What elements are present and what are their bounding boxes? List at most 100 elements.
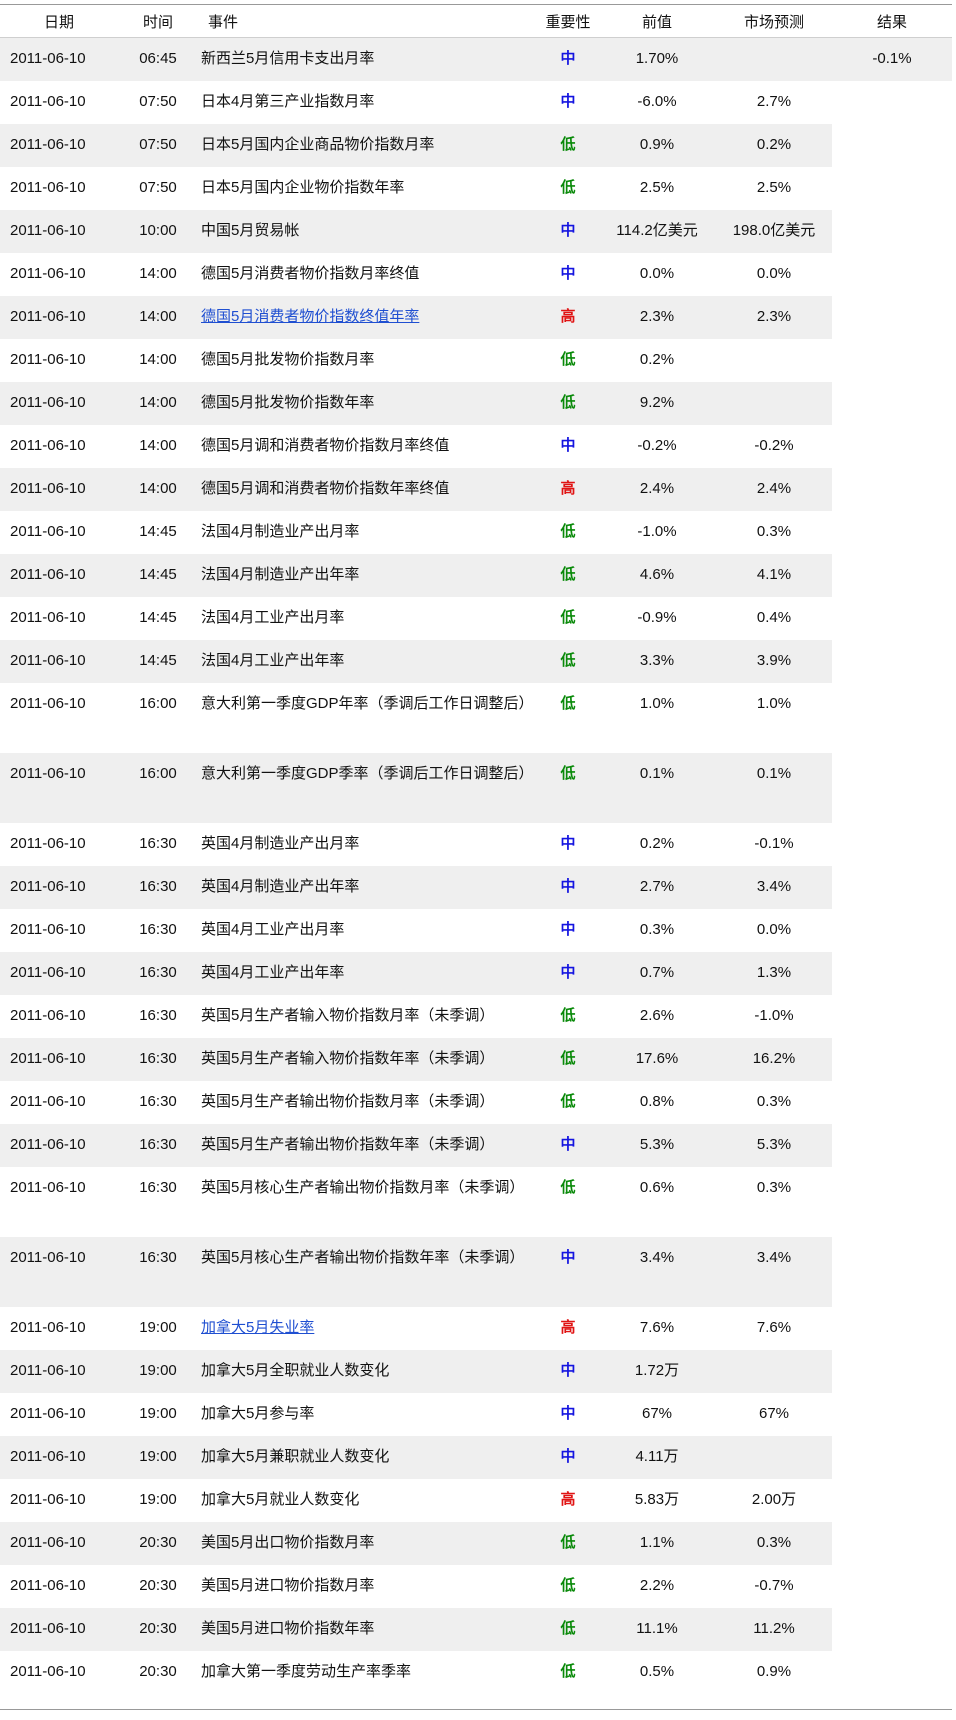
cell-forecast: 0.2% (716, 123, 832, 167)
cell-result (832, 1392, 952, 1436)
cell-result (832, 553, 952, 597)
cell-forecast: 0.0% (756, 920, 792, 938)
table-row: 2011-06-10 19:00 加拿大5月参与率 中 67% 67% (0, 1392, 952, 1436)
cell-previous: 4.11万 (598, 1435, 716, 1479)
table-row: 2011-06-10 19:00 加拿大5月就业人数变化 高 5.83万 2.00万 (0, 1478, 952, 1522)
cell-date: 2011-06-10 (0, 209, 118, 253)
cell-time: 10:00 (118, 209, 198, 253)
cell-event: 意大利第一季度GDP年率（季调后工作日调整后） (201, 694, 534, 712)
cell-previous: 0.3% (639, 920, 675, 938)
cell-forecast: 67% (758, 1404, 790, 1422)
cell-previous: 7.6% (639, 1318, 675, 1336)
cell-result (832, 424, 952, 468)
cell-forecast (716, 381, 832, 425)
cell-event: 法国4月制造业产出年率 (198, 553, 538, 597)
table-row: 2011-06-10 16:00 意大利第一季度GDP年率（季调后工作日调整后） 低 1… (0, 682, 952, 753)
table-row: 2011-06-10 14:45 法国4月工业产出年率低 3.3% 3.9% (0, 639, 952, 683)
cell-time: 20:30 (118, 1607, 198, 1651)
cell-previous: 0.9% (598, 123, 716, 167)
importance-badge: 高 (538, 467, 598, 511)
cell-date: 2011-06-10 (10, 436, 86, 454)
importance-badge: 中 (560, 436, 576, 454)
cell-event: 英国4月工业产出月率 (201, 920, 345, 938)
cell-event: 英国4月工业产出年率 (198, 951, 538, 995)
importance-badge: 中 (560, 834, 576, 852)
cell-date: 2011-06-10 (10, 920, 86, 938)
importance-badge: 低 (538, 123, 598, 167)
cell-event: 英国5月生产者输入物价指数月率（未季调） (201, 1006, 495, 1024)
table-row: 2011-06-10 16:30 英国4月制造业产出月率 中 0.2% -0.1% (0, 822, 952, 866)
cell-forecast: 3.9% (716, 639, 832, 683)
cell-date: 2011-06-10 (0, 381, 118, 425)
cell-forecast: -0.2% (754, 436, 794, 454)
cell-event: 日本4月第三产业指数月率 (201, 92, 375, 110)
cell-time: 19:00 (118, 1435, 198, 1479)
table-row: 2011-06-10 14:00 德国5月批发物价指数年率低 9.2% (0, 381, 952, 425)
cell-time: 20:30 (139, 1576, 177, 1594)
cell-date: 2011-06-10 (10, 1092, 86, 1110)
cell-forecast: 0.4% (756, 608, 792, 626)
cell-previous: 0.8% (639, 1092, 675, 1110)
cell-result (832, 1650, 952, 1694)
importance-badge: 低 (560, 1092, 576, 1110)
cell-previous: 11.1% (598, 1607, 716, 1651)
cell-result (832, 80, 952, 124)
cell-forecast (716, 339, 832, 382)
cell-time: 14:00 (139, 264, 177, 282)
cell-date: 2011-06-10 (0, 639, 118, 683)
cell-event: 德国5月消费者物价指数月率终值 (201, 264, 420, 282)
cell-time: 20:30 (118, 1521, 198, 1565)
cell-previous: 17.6% (598, 1037, 716, 1081)
cell-forecast: 0.0% (756, 264, 792, 282)
cell-date: 2011-06-10 (10, 1490, 86, 1508)
importance-badge: 低 (560, 1576, 576, 1594)
cell-forecast: 3.4% (716, 865, 832, 909)
cell-result (832, 123, 952, 167)
importance-badge: 低 (538, 553, 598, 597)
cell-time: 16:00 (139, 694, 177, 712)
cell-time: 16:30 (139, 834, 177, 852)
cell-event: 英国5月生产者输出物价指数月率（未季调） (201, 1092, 495, 1110)
cell-forecast (716, 37, 832, 81)
importance-badge: 中 (560, 1404, 576, 1422)
cell-result (832, 1306, 952, 1350)
cell-event: 美国5月进口物价指数月率 (201, 1576, 375, 1594)
cell-result (832, 252, 952, 296)
cell-result (832, 295, 952, 339)
cell-result (832, 1478, 952, 1522)
table-row: 2011-06-10 16:30 英国5月生产者输入物价指数年率（未季调）低 17.6… (0, 1037, 952, 1081)
importance-badge: 低 (560, 1662, 576, 1680)
table-row: 2011-06-10 16:30 英国5月核心生产者输出物价指数月率（未季调） 低 0.… (0, 1166, 952, 1237)
cell-time: 06:45 (118, 37, 198, 81)
cell-date: 2011-06-10 (0, 951, 118, 995)
cell-time: 16:30 (139, 1006, 177, 1024)
importance-badge: 低 (560, 350, 576, 368)
cell-previous: 1.70% (598, 37, 716, 81)
cell-forecast: 0.9% (756, 1662, 792, 1680)
importance-badge: 低 (538, 1607, 598, 1651)
cell-time: 14:45 (139, 608, 177, 626)
cell-previous: 4.6% (598, 553, 716, 597)
cell-result (832, 1607, 952, 1651)
cell-time: 14:45 (118, 639, 198, 683)
cell-event: 日本5月国内企业物价指数年率 (201, 178, 405, 196)
importance-badge: 高 (560, 1318, 576, 1336)
cell-previous: 2.6% (639, 1006, 675, 1024)
cell-date: 2011-06-10 (0, 1123, 118, 1167)
cell-event: 法国4月工业产出年率 (198, 639, 538, 683)
table-header-row: 日期 时间 事件 重要性 前值 市场预测 结果 (0, 5, 952, 38)
cell-previous: -1.0% (637, 522, 677, 540)
economic-calendar-table: 日期 时间 事件 重要性 前值 市场预测 结果 2011-06-10 06:45 新… (0, 5, 952, 1694)
cell-event: 英国5月核心生产者输出物价指数年率（未季调） (198, 1236, 538, 1307)
table-row: 2011-06-10 06:45 新西兰5月信用卡支出月率中 1.70% -0.1% (0, 37, 952, 81)
header-event: 事件 (198, 5, 538, 38)
event-link[interactable]: 德国5月消费者物价指数终值年率 (201, 308, 419, 325)
cell-forecast: 2.4% (716, 467, 832, 511)
cell-event: 英国4月制造业产出年率 (198, 865, 538, 909)
cell-forecast: 0.3% (716, 1521, 832, 1565)
cell-result (832, 467, 952, 511)
event-link[interactable]: 加拿大5月失业率 (201, 1319, 314, 1336)
importance-badge: 高 (560, 1490, 576, 1508)
cell-previous: 1.72万 (598, 1349, 716, 1393)
importance-badge: 低 (538, 381, 598, 425)
